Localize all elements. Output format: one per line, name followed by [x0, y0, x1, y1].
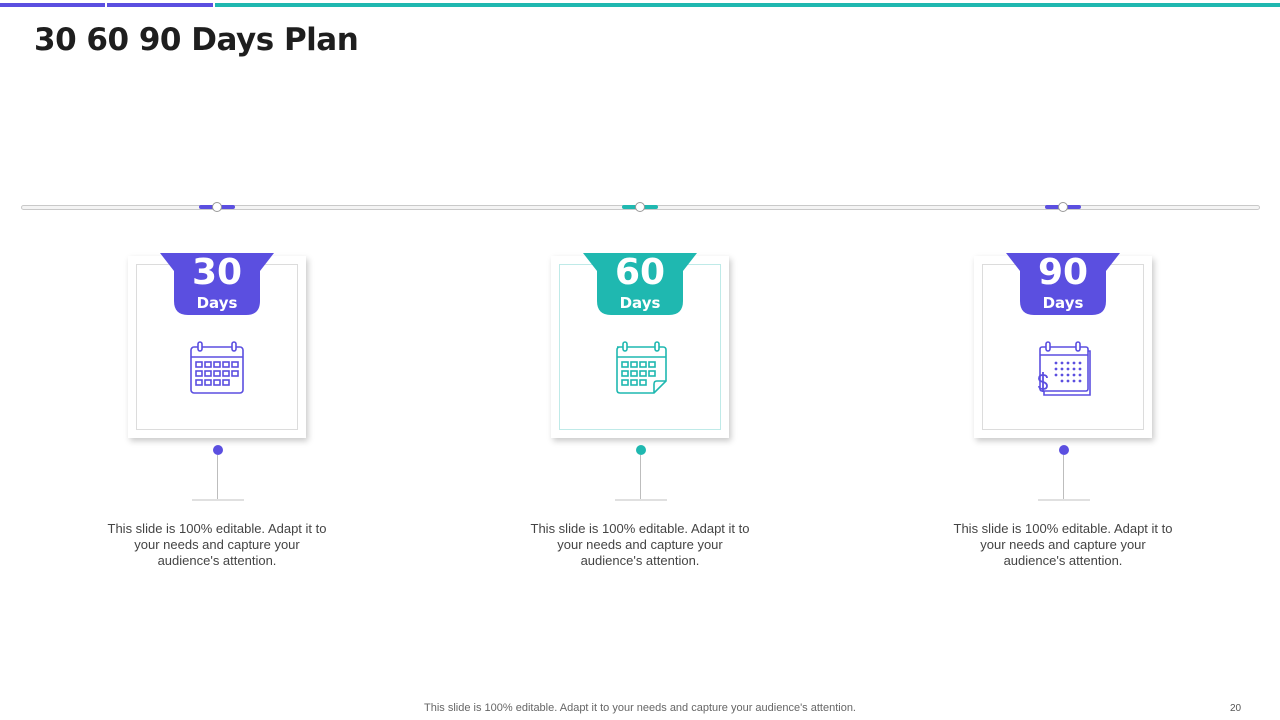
timeline-marker-60: [622, 202, 658, 214]
phase-number: 30: [191, 252, 243, 293]
pin-dot-60: [636, 445, 646, 455]
top-accent-bar-3: [215, 3, 1280, 7]
pin-line-90: [1063, 455, 1064, 499]
calendar-icon: [190, 341, 244, 394]
phase-unit: Days: [619, 294, 661, 312]
phase-unit: Days: [196, 294, 238, 312]
pin-base-60: [615, 499, 667, 501]
phase-description-90: This slide is 100% editable. Adapt it to…: [953, 521, 1173, 568]
calendar-dollar-icon: [1038, 341, 1091, 396]
phase-description-60: This slide is 100% editable. Adapt it to…: [530, 521, 750, 568]
phase-badge-60: 60 Days: [583, 253, 697, 317]
phase-badge-30: 30 Days: [160, 253, 274, 317]
pin-line-60: [640, 455, 641, 499]
pin-dot-30: [213, 445, 223, 455]
phase-description-30: This slide is 100% editable. Adapt it to…: [107, 521, 327, 568]
calendar-page-curl-icon: [616, 341, 667, 394]
pin-line-30: [217, 455, 218, 499]
top-accent-bar-1: [0, 3, 105, 7]
slide-title: 30 60 90 Days Plan: [34, 22, 359, 58]
pin-base-90: [1038, 499, 1090, 501]
phase-number: 60: [614, 252, 666, 293]
phase-number: 90: [1037, 252, 1089, 293]
phase-badge-90: 90 Days: [1006, 253, 1120, 317]
page-number: 20: [1230, 703, 1242, 714]
timeline-marker-30: [199, 202, 235, 214]
pin-base-30: [192, 499, 244, 501]
phase-unit: Days: [1042, 294, 1084, 312]
slide-footer: This slide is 100% editable. Adapt it to…: [424, 702, 856, 714]
timeline-marker-90: [1045, 202, 1081, 214]
top-accent-bar-2: [107, 3, 213, 7]
pin-dot-90: [1059, 445, 1069, 455]
